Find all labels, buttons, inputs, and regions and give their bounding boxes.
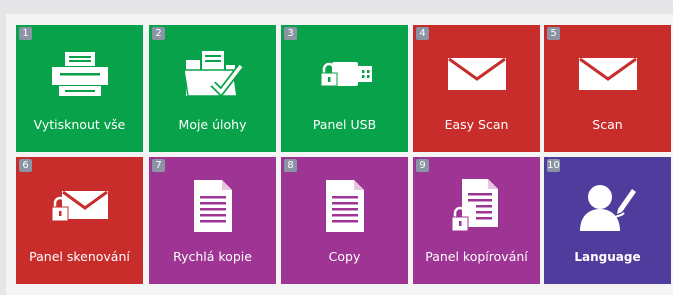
- tile-my-jobs[interactable]: 2 Moje úlohy: [149, 25, 276, 152]
- tile-label: Easy Scan: [444, 117, 509, 132]
- document-icon: [281, 171, 408, 241]
- tile-label: Moje úlohy: [178, 117, 247, 132]
- folder-check-icon: [149, 39, 276, 109]
- document-lock-icon: [413, 171, 540, 241]
- user-edit-icon: [544, 171, 671, 241]
- tile-scan[interactable]: 5 Scan: [544, 25, 671, 152]
- tile-copy-panel[interactable]: 9 Panel kopírování: [413, 157, 540, 284]
- envelope-icon: [544, 39, 671, 109]
- tile-label: Panel kopírování: [425, 249, 528, 264]
- envelope-lock-icon: [16, 171, 143, 241]
- envelope-icon: [413, 39, 540, 109]
- tile-label: Rychlá kopie: [173, 249, 252, 264]
- tile-language[interactable]: 10 Language: [544, 157, 671, 284]
- tile-scan-panel[interactable]: 6 Panel skenování: [16, 157, 143, 284]
- printer-icon: [16, 39, 143, 109]
- tile-label: Language: [574, 250, 641, 264]
- tile-label: Copy: [328, 249, 361, 264]
- tile-grid: 1 Vytisknout vše 2 Moje úlohy 3 Panel US…: [0, 0, 673, 295]
- tile-print-all[interactable]: 1 Vytisknout vše: [16, 25, 143, 152]
- tile-label: Panel USB: [312, 117, 377, 132]
- document-icon: [149, 171, 276, 241]
- usb-lock-icon: [281, 39, 408, 109]
- tile-label: Vytisknout vše: [33, 117, 126, 132]
- tile-usb-panel[interactable]: 3 Panel USB: [281, 25, 408, 152]
- tile-quick-copy[interactable]: 7 Rychlá kopie: [149, 157, 276, 284]
- tile-label: Scan: [592, 117, 623, 132]
- tile-easy-scan[interactable]: 4 Easy Scan: [413, 25, 540, 152]
- tile-label: Panel skenování: [29, 249, 130, 264]
- tile-copy[interactable]: 8 Copy: [281, 157, 408, 284]
